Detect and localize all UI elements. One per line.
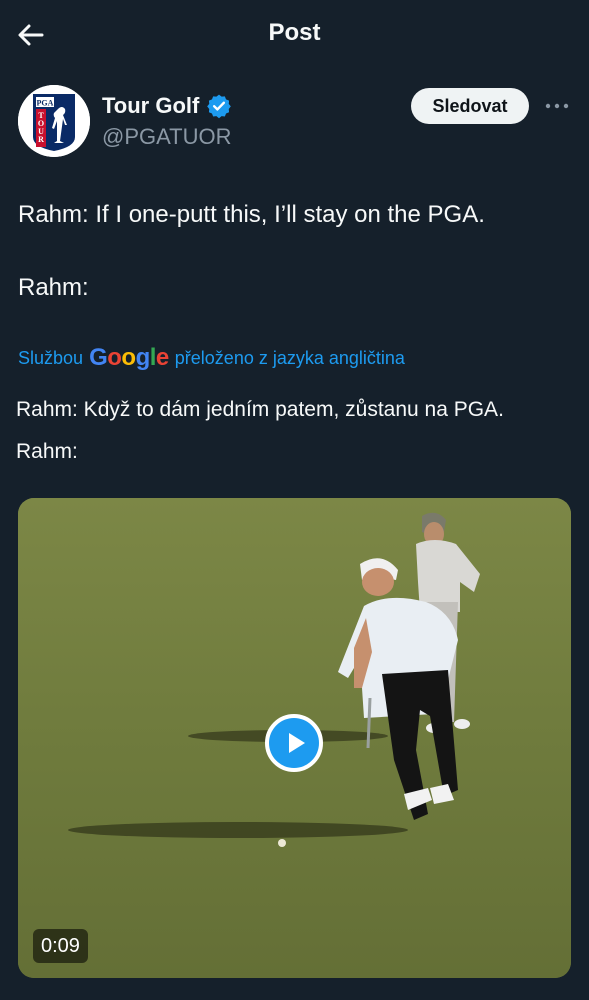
- translation-attribution[interactable]: Službou Google přeloženo z jazyka anglič…: [18, 344, 405, 372]
- tweet-text-line-1: Rahm: If I one-putt this, I’ll stay on t…: [18, 201, 485, 228]
- svg-text:R: R: [38, 135, 44, 144]
- author-handle[interactable]: @PGATUOR: [102, 123, 232, 151]
- author-name-row: Tour Golf: [102, 92, 232, 120]
- video-duration-badge: 0:09: [33, 929, 88, 963]
- page-title: Post: [268, 19, 321, 46]
- play-button[interactable]: [265, 714, 323, 772]
- pga-tour-logo: PGA T O U R: [18, 85, 90, 157]
- translation-prefix: Službou: [18, 347, 84, 368]
- google-logo: Google: [89, 344, 169, 371]
- svg-text:PGA: PGA: [37, 99, 54, 108]
- play-icon: [289, 733, 305, 753]
- tweet-text-line-2: Rahm:: [18, 274, 89, 301]
- top-bar: Post: [0, 0, 589, 68]
- display-name[interactable]: Tour Golf: [102, 92, 199, 120]
- avatar[interactable]: PGA T O U R: [18, 85, 90, 157]
- more-dots-icon: [545, 103, 569, 109]
- more-options-button[interactable]: [542, 94, 572, 118]
- verified-badge-icon: [206, 93, 232, 119]
- translated-text-line-1: Rahm: Když to dám jedním patem, zůstanu …: [16, 398, 504, 421]
- translation-suffix: přeloženo z jazyka angličtina: [174, 347, 405, 368]
- translated-text-line-2: Rahm:: [16, 440, 78, 463]
- follow-button[interactable]: Sledovat: [411, 88, 529, 124]
